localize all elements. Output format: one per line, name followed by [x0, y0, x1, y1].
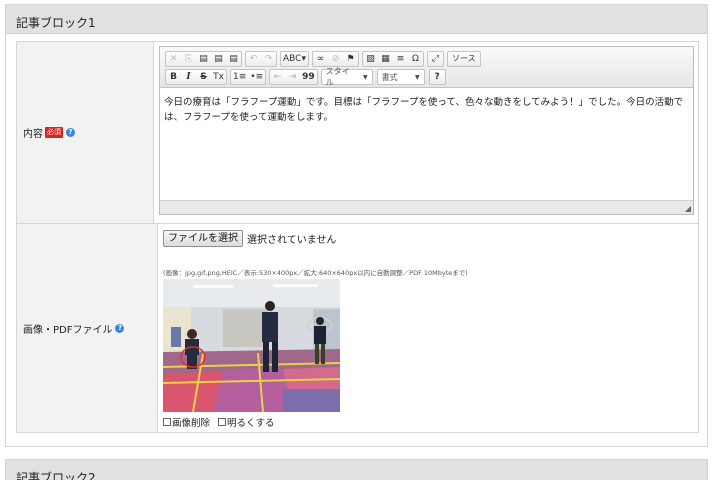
- content-label-cell: 内容 必須 ?: [17, 42, 154, 223]
- editor-footer: ◢: [160, 200, 693, 214]
- special-char-icon[interactable]: Ω: [408, 52, 423, 66]
- paste-icon[interactable]: ▤: [196, 52, 211, 66]
- paste-word-icon[interactable]: ▤: [226, 52, 241, 66]
- about-icon[interactable]: ?: [430, 70, 445, 84]
- brighten-checkbox[interactable]: [218, 418, 227, 426]
- bold-button[interactable]: B: [166, 70, 181, 84]
- required-badge: 必須: [45, 127, 63, 138]
- chevron-down-icon: ▼: [415, 73, 420, 81]
- article-block-2-title: 記事ブロック2: [6, 460, 707, 480]
- file-status: 選択されていません: [247, 234, 337, 246]
- spellcheck-group: ABC▾: [280, 51, 309, 67]
- style-select-label: スタイル: [325, 67, 350, 87]
- about-group: ?: [428, 69, 446, 85]
- content-value-cell: ✕ ⎘ ▤ ▤ ▤ ↶ ↷ ABC▾ ∞ ⊘ ⚑ ▧ ▦ ≡ Ω ⤢ ソース B…: [154, 42, 698, 223]
- delete-image-checkbox[interactable]: [163, 418, 171, 426]
- strike-button[interactable]: S: [196, 70, 211, 84]
- file-note: (画像：jpg,gif,png,HEIC／表示:530×400px／拡大:640…: [163, 269, 468, 277]
- redo-icon[interactable]: ↷: [261, 52, 276, 66]
- image-row: 画像・PDFファイル ? ファイルを選択 選択されていません (画像：jpg,g…: [17, 224, 698, 432]
- source-button[interactable]: ソース: [448, 52, 480, 66]
- toolbar-row-1: ✕ ⎘ ▤ ▤ ▤ ↶ ↷ ABC▾ ∞ ⊘ ⚑ ▧ ▦ ≡ Ω ⤢ ソース: [165, 51, 484, 67]
- content-row: 内容 必須 ? ✕ ⎘ ▤ ▤ ▤ ↶ ↷ ABC▾ ∞ ⊘ ⚑ ▧ ▦ ≡ Ω…: [17, 42, 698, 224]
- resize-handle-icon[interactable]: ◢: [685, 204, 691, 213]
- undo-icon[interactable]: ↶: [246, 52, 261, 66]
- remove-format-icon[interactable]: Tx: [211, 70, 226, 84]
- help-icon[interactable]: ?: [66, 128, 75, 137]
- link-group: ∞ ⊘ ⚑: [311, 51, 359, 67]
- spellcheck-icon[interactable]: ABC▾: [281, 52, 308, 66]
- uploaded-photo: [163, 279, 340, 412]
- maximize-group: ⤢: [426, 51, 444, 67]
- choose-file-button[interactable]: ファイルを選択: [163, 229, 243, 247]
- indent-group: ⇤ ⇥ 99: [269, 69, 318, 85]
- paste-text-icon[interactable]: ▤: [211, 52, 226, 66]
- photo-drawing: [163, 279, 340, 412]
- article-block-2: 記事ブロック2: [5, 459, 708, 480]
- bulleted-list-icon[interactable]: •≡: [248, 70, 265, 84]
- format-select-label: 書式: [381, 72, 398, 82]
- help-icon[interactable]: ?: [115, 323, 125, 333]
- link-icon[interactable]: ∞: [313, 52, 328, 66]
- horizontal-rule-icon[interactable]: ≡: [393, 52, 408, 66]
- basic-style-group: B I S Tx: [165, 69, 227, 85]
- article-block-1-title: 記事ブロック1: [6, 5, 707, 34]
- editor-content-area[interactable]: 今日の療育は「フラフープ運動」です。目標は「フラフープを使って、色々な動きをして…: [160, 89, 693, 200]
- clipboard-group: ✕ ⎘ ▤ ▤ ▤: [165, 51, 242, 67]
- italic-button[interactable]: I: [181, 70, 196, 84]
- insert-group: ▧ ▦ ≡ Ω: [361, 51, 424, 67]
- cut-icon[interactable]: ✕: [166, 52, 181, 66]
- chevron-down-icon: ▼: [363, 73, 368, 81]
- file-input: ファイルを選択 選択されていません: [163, 229, 694, 247]
- unlink-icon[interactable]: ⊘: [328, 52, 343, 66]
- content-label: 内容: [23, 129, 43, 140]
- image-value-cell: ファイルを選択 選択されていません (画像：jpg,gif,png,HEIC／表…: [158, 224, 698, 432]
- editor-toolbar: ✕ ⎘ ▤ ▤ ▤ ↶ ↷ ABC▾ ∞ ⊘ ⚑ ▧ ▦ ≡ Ω ⤢ ソース B…: [160, 47, 693, 88]
- outdent-icon[interactable]: ⇤: [270, 70, 285, 84]
- source-group: ソース: [446, 51, 481, 67]
- undo-group: ↶ ↷: [245, 51, 277, 67]
- indent-icon[interactable]: ⇥: [285, 70, 300, 84]
- style-select[interactable]: スタイル ▼: [320, 67, 373, 87]
- maximize-icon[interactable]: ⤢: [428, 52, 443, 66]
- toolbar-row-2: B I S Tx 1≡ •≡ ⇤ ⇥ 99 スタイル ▼ 書式 ▼ ?: [165, 67, 449, 87]
- list-group: 1≡ •≡: [230, 69, 267, 85]
- format-select[interactable]: 書式 ▼: [376, 69, 425, 85]
- table-icon[interactable]: ▦: [378, 52, 393, 66]
- article-block-1: 記事ブロック1 内容 必須 ? ✕ ⎘ ▤ ▤ ▤ ↶ ↷ ABC▾ ∞ ⊘ ⚑…: [5, 4, 708, 447]
- image-label-cell: 画像・PDFファイル ?: [17, 224, 158, 432]
- image-icon[interactable]: ▧: [363, 52, 378, 66]
- blockquote-icon[interactable]: 99: [300, 70, 317, 84]
- brighten-label: 明るくする: [227, 418, 275, 429]
- numbered-list-icon[interactable]: 1≡: [231, 70, 248, 84]
- anchor-icon[interactable]: ⚑: [343, 52, 358, 66]
- copy-icon[interactable]: ⎘: [181, 52, 196, 66]
- form-table: 内容 必須 ? ✕ ⎘ ▤ ▤ ▤ ↶ ↷ ABC▾ ∞ ⊘ ⚑ ▧ ▦ ≡ Ω…: [16, 41, 699, 433]
- rich-text-editor: ✕ ⎘ ▤ ▤ ▤ ↶ ↷ ABC▾ ∞ ⊘ ⚑ ▧ ▦ ≡ Ω ⤢ ソース B…: [159, 46, 694, 215]
- image-label: 画像・PDFファイル: [23, 324, 113, 336]
- image-options: 画像削除 明るくする: [163, 415, 694, 429]
- delete-image-label: 画像削除: [172, 418, 211, 429]
